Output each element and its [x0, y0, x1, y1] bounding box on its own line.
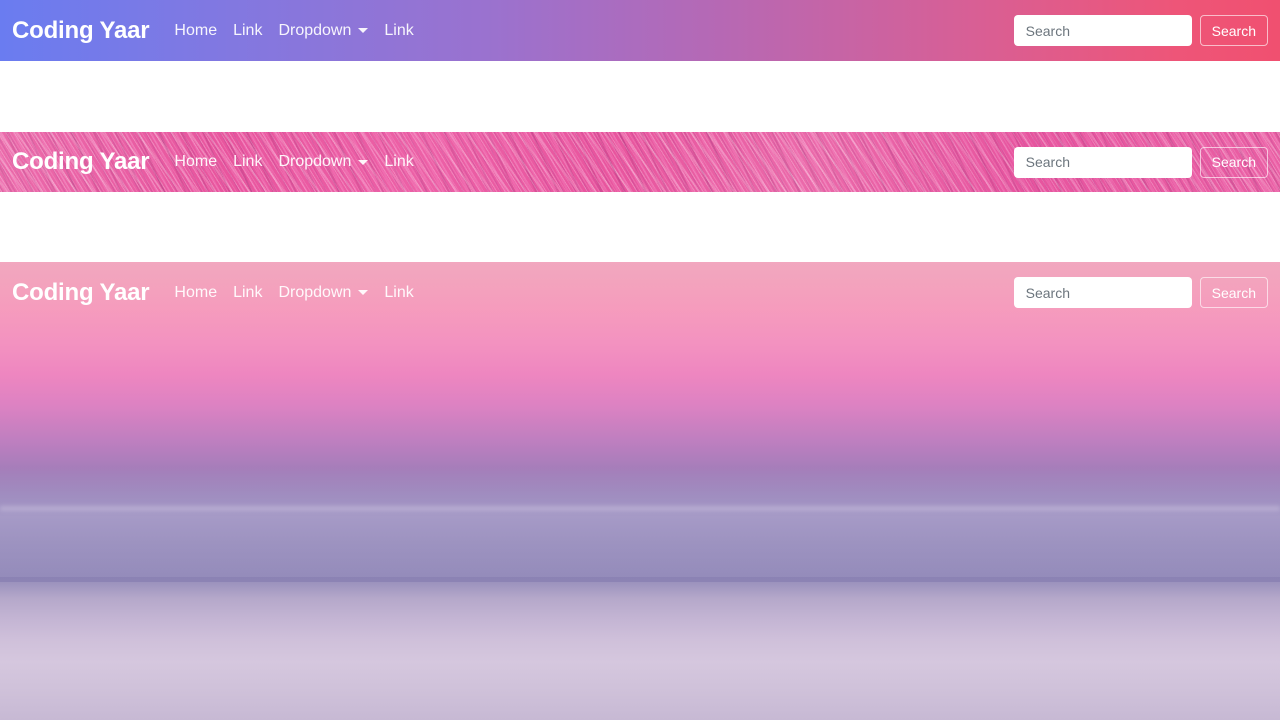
textured-navbar: Coding Yaar Home Link Dropdown Link Sear…	[0, 132, 1280, 192]
search-form-gradient: Search	[1013, 15, 1268, 46]
search-form-image: Search	[1013, 277, 1268, 308]
nav-link-link-1[interactable]: Link	[225, 13, 270, 48]
sky-haze	[0, 467, 1280, 577]
nav-link-label: Link	[384, 153, 414, 171]
nav-link-home[interactable]: Home	[166, 144, 225, 179]
navbar-inner: Coding Yaar Home Link Dropdown Link Sear…	[12, 132, 1268, 192]
nav-link-link-2[interactable]: Link	[376, 275, 421, 310]
search-input[interactable]	[1013, 146, 1192, 178]
nav-link-label: Dropdown	[278, 153, 352, 171]
nav-link-dropdown[interactable]: Dropdown	[270, 13, 376, 48]
image-navbar-hero: Coding Yaar Home Link Dropdown Link Sear…	[0, 262, 1280, 720]
search-button[interactable]: Search	[1199, 277, 1268, 308]
nav-link-label: Link	[233, 283, 263, 301]
nav-item: Link	[376, 275, 421, 310]
nav-item: Home	[166, 144, 225, 179]
nav-link-dropdown[interactable]: Dropdown	[270, 275, 376, 310]
nav-link-label: Home	[174, 21, 218, 39]
nav-link-label: Link	[233, 21, 263, 39]
nav-item: Link	[225, 144, 270, 179]
chevron-down-icon	[358, 28, 369, 33]
nav-link-label: Home	[174, 283, 218, 301]
nav-item: Link	[376, 13, 421, 48]
nav-item: Dropdown	[270, 144, 376, 179]
brand-logo-image[interactable]: Coding Yaar	[12, 280, 150, 305]
nav-links-image: Home Link Dropdown Link	[166, 275, 421, 310]
nav-link-home[interactable]: Home	[166, 13, 225, 48]
nav-link-dropdown[interactable]: Dropdown	[270, 144, 376, 179]
search-input[interactable]	[1013, 277, 1192, 308]
search-button[interactable]: Search	[1199, 146, 1268, 178]
search-button[interactable]: Search	[1199, 15, 1268, 46]
nav-item: Dropdown	[270, 275, 376, 310]
chevron-down-icon	[358, 290, 369, 295]
nav-item: Home	[166, 275, 225, 310]
nav-item: Link	[225, 13, 270, 48]
nav-link-label: Dropdown	[278, 283, 352, 301]
nav-item: Dropdown	[270, 13, 376, 48]
cloud-sea	[0, 582, 1280, 720]
nav-link-label: Dropdown	[278, 21, 352, 39]
mountain-photo	[0, 262, 1280, 720]
nav-link-link-2[interactable]: Link	[376, 13, 421, 48]
navbar-inner: Coding Yaar Home Link Dropdown Link Sear…	[12, 0, 1268, 61]
nav-link-link-2[interactable]: Link	[376, 144, 421, 179]
nav-links-gradient: Home Link Dropdown Link	[166, 13, 421, 48]
nav-link-link-1[interactable]: Link	[225, 275, 270, 310]
brand-logo-textured[interactable]: Coding Yaar	[12, 150, 150, 174]
chevron-down-icon	[358, 159, 369, 165]
nav-item: Home	[166, 13, 225, 48]
brand-logo-gradient[interactable]: Coding Yaar	[12, 18, 150, 43]
navbar-inner: Coding Yaar Home Link Dropdown Link Sear…	[12, 262, 1268, 323]
nav-link-label: Link	[384, 21, 414, 39]
nav-link-label: Link	[384, 283, 414, 301]
nav-link-label: Home	[174, 153, 218, 171]
page-root: Coding Yaar Home Link Dropdown Link Sear…	[0, 0, 1280, 720]
sky-cloud-streak	[0, 505, 1280, 512]
nav-item: Link	[225, 275, 270, 310]
nav-item: Link	[376, 144, 421, 179]
nav-links-textured: Home Link Dropdown Link	[166, 144, 421, 179]
search-input[interactable]	[1013, 15, 1192, 46]
search-form-textured: Search	[1013, 146, 1268, 178]
nav-link-link-1[interactable]: Link	[225, 144, 270, 179]
nav-link-home[interactable]: Home	[166, 275, 225, 310]
nav-link-label: Link	[233, 153, 263, 171]
gradient-navbar: Coding Yaar Home Link Dropdown Link Sear…	[0, 0, 1280, 61]
image-navbar: Coding Yaar Home Link Dropdown Link Sear…	[0, 262, 1280, 323]
